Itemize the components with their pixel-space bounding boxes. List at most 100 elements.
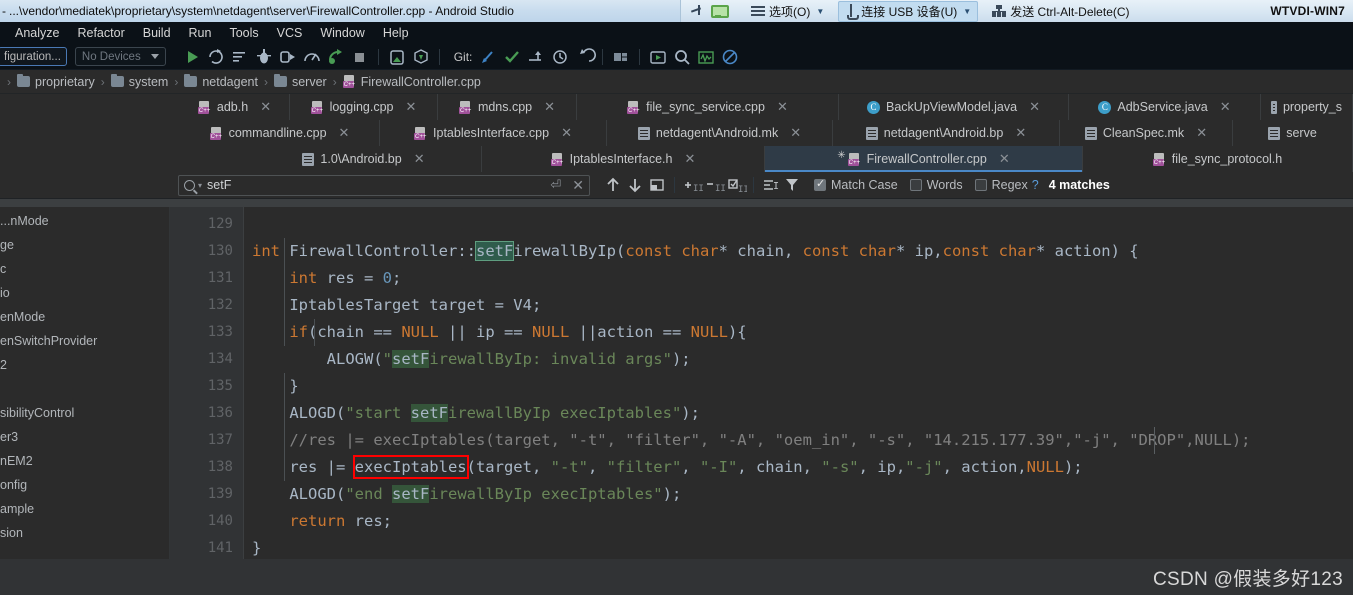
editor-tab-adbservice-java[interactable]: C AdbService.java ✕: [1069, 94, 1261, 120]
editor-tab-serve[interactable]: serve: [1233, 120, 1353, 146]
editor-tab-iptablesinterface-cpp[interactable]: C++ IptablesInterface.cpp ✕: [380, 120, 607, 146]
close-tab-icon[interactable]: ✕: [1220, 99, 1231, 115]
close-tab-icon[interactable]: ✕: [339, 125, 350, 141]
code-line-135[interactable]: }: [244, 373, 1353, 400]
menu-refactor[interactable]: Refactor: [68, 24, 133, 42]
editor-tab-mdns-cpp[interactable]: C++ mdns.cpp ✕: [438, 94, 577, 120]
run-configuration-selector[interactable]: figuration...: [0, 47, 67, 66]
regex-help-icon[interactable]: ?: [1032, 178, 1039, 192]
remove-occurrence-icon[interactable]: II: [703, 174, 726, 196]
code-line-139[interactable]: ALOGD("end setFirewallByIp execIptables"…: [244, 481, 1353, 508]
editor-tab-file_sync_service-cpp[interactable]: C++ file_sync_service.cpp ✕: [577, 94, 839, 120]
menu-analyze[interactable]: Analyze: [6, 24, 68, 42]
code-line-141[interactable]: }: [244, 535, 1353, 562]
menu-build[interactable]: Build: [134, 24, 180, 42]
clear-search-icon[interactable]: ✕: [572, 177, 584, 194]
code-line-129[interactable]: [244, 211, 1353, 238]
code-line-140[interactable]: return res;: [244, 508, 1353, 535]
options-button[interactable]: 选项(O) ▼: [745, 1, 830, 21]
words-checkbox[interactable]: [909, 179, 922, 191]
editor-tab-adb-h[interactable]: C++ adb.h ✕: [180, 94, 290, 120]
project-tree-item-1[interactable]: ge: [0, 233, 169, 257]
select-all-occurrences-icon[interactable]: [646, 174, 668, 196]
search-everywhere-icon[interactable]: [670, 46, 694, 68]
project-tree-item-12[interactable]: ample: [0, 497, 169, 521]
code-line-133[interactable]: if(chain == NULL || ip == NULL ||action …: [244, 319, 1353, 346]
menu-tools[interactable]: Tools: [220, 24, 267, 42]
project-tree-item-9[interactable]: er3: [0, 425, 169, 449]
sdk-manager-icon[interactable]: [409, 46, 433, 68]
breadcrumb-item-system[interactable]: system: [108, 74, 172, 89]
debug-icon[interactable]: [252, 46, 276, 68]
close-tab-icon[interactable]: ✕: [777, 99, 788, 115]
project-tree-item-13[interactable]: sion: [0, 521, 169, 545]
usb-connect-button[interactable]: 连接 USB 设备(U) ▼: [838, 0, 979, 22]
close-tab-icon[interactable]: ✕: [999, 151, 1010, 167]
sync-gradle-icon[interactable]: [324, 46, 348, 68]
close-tab-icon[interactable]: ✕: [561, 125, 572, 141]
monitor-icon[interactable]: [709, 3, 729, 19]
editor-tab-file_sync_protocol-h[interactable]: C++ file_sync_protocol.h: [1083, 146, 1353, 172]
code-line-130[interactable]: int FirewallController::setFirewallByIp(…: [244, 238, 1353, 265]
send-ctrl-alt-del-button[interactable]: 发送 Ctrl-Alt-Delete(C): [986, 1, 1135, 21]
editor-tab-backupviewmodel-java[interactable]: C BackUpViewModel.java ✕: [839, 94, 1069, 120]
avd-manager-icon[interactable]: [385, 46, 409, 68]
close-tab-icon[interactable]: ✕: [414, 151, 425, 167]
close-tab-icon[interactable]: ✕: [1196, 125, 1207, 141]
project-tree-item-2[interactable]: c: [0, 257, 169, 281]
no-entry-icon[interactable]: [718, 46, 742, 68]
project-tree-item-11[interactable]: onfig: [0, 473, 169, 497]
project-tree-item-8[interactable]: sibilityControl: [0, 401, 169, 425]
code-editor[interactable]: 1291301311321331341351361371381391401411…: [170, 207, 1353, 595]
stop-icon[interactable]: [348, 46, 372, 68]
menu-run[interactable]: Run: [180, 24, 221, 42]
code-line-131[interactable]: int res = 0;: [244, 265, 1353, 292]
editor-tab-cleanspec-mk[interactable]: CleanSpec.mk ✕: [1060, 120, 1233, 146]
git-push-icon[interactable]: [524, 46, 548, 68]
editor-tab-logging-cpp[interactable]: C++ logging.cpp ✕: [290, 94, 438, 120]
git-update-icon[interactable]: [476, 46, 500, 68]
search-input[interactable]: ▾ setF ⏎ ✕: [178, 174, 590, 196]
editor-tab-iptablesinterface-h[interactable]: C++ IptablesInterface.h ✕: [482, 146, 765, 172]
code-line-138[interactable]: res |= execIptables(target, "-t", "filte…: [244, 454, 1353, 481]
breadcrumb-item-proprietary[interactable]: proprietary: [14, 74, 98, 89]
project-tree-panel[interactable]: ...nMode ge c io enMode enSwitchProvider 2 sibi…: [0, 207, 170, 595]
find-in-selection-icon[interactable]: I: [760, 174, 782, 196]
project-tree-item-0[interactable]: ...nMode: [0, 209, 169, 233]
find-previous-icon[interactable]: [602, 174, 624, 196]
breadcrumb-item-netdagent[interactable]: netdagent: [181, 74, 261, 89]
menu-window[interactable]: Window: [311, 24, 373, 42]
menu-vcs[interactable]: VCS: [268, 24, 312, 42]
breadcrumb-item-server[interactable]: server: [271, 74, 330, 89]
editor-tab-netdagent-android-bp[interactable]: netdagent\Android.bp ✕: [833, 120, 1060, 146]
select-all-icon[interactable]: II: [725, 174, 749, 196]
project-tree-item-10[interactable]: nEM2: [0, 449, 169, 473]
device-selector[interactable]: No Devices: [74, 47, 166, 66]
project-tree-item-5[interactable]: enSwitchProvider: [0, 329, 169, 353]
editor-tab-property_s[interactable]: property_s: [1261, 94, 1353, 120]
breadcrumb-item-file[interactable]: C++ FirewallController.cpp: [340, 75, 484, 89]
code-line-137[interactable]: //res |= execIptables(target, "-t", "fil…: [244, 427, 1353, 454]
menu-help[interactable]: Help: [374, 24, 418, 42]
code-line-132[interactable]: IptablesTarget target = V4;: [244, 292, 1353, 319]
find-next-icon[interactable]: [624, 174, 646, 196]
close-tab-icon[interactable]: ✕: [544, 99, 555, 115]
code-text-area[interactable]: int FirewallController::setFirewallByIp(…: [244, 207, 1353, 595]
close-tab-icon[interactable]: ✕: [260, 99, 271, 115]
close-tab-icon[interactable]: ✕: [790, 125, 801, 141]
match-case-checkbox[interactable]: [814, 177, 826, 191]
project-tree-item-3[interactable]: io: [0, 281, 169, 305]
logcat-icon[interactable]: [646, 46, 670, 68]
close-tab-icon[interactable]: ✕: [406, 99, 417, 115]
filter-icon[interactable]: [782, 174, 804, 196]
editor-tab-netdagent-android-mk[interactable]: netdagent\Android.mk ✕: [607, 120, 833, 146]
close-tab-icon[interactable]: ✕: [1029, 99, 1040, 115]
search-history-icon[interactable]: ⏎: [550, 177, 561, 193]
close-tab-icon[interactable]: ✕: [684, 151, 695, 167]
editor-tab-1-0-android-bp[interactable]: 1.0\Android.bp ✕: [246, 146, 482, 172]
run-icon[interactable]: [180, 46, 204, 68]
layout-inspector-icon[interactable]: [609, 46, 633, 68]
code-line-136[interactable]: ALOGD("start setFirewallByIp execIptable…: [244, 400, 1353, 427]
run-with-coverage-icon[interactable]: [228, 46, 252, 68]
project-tree-item-4[interactable]: enMode: [0, 305, 169, 329]
